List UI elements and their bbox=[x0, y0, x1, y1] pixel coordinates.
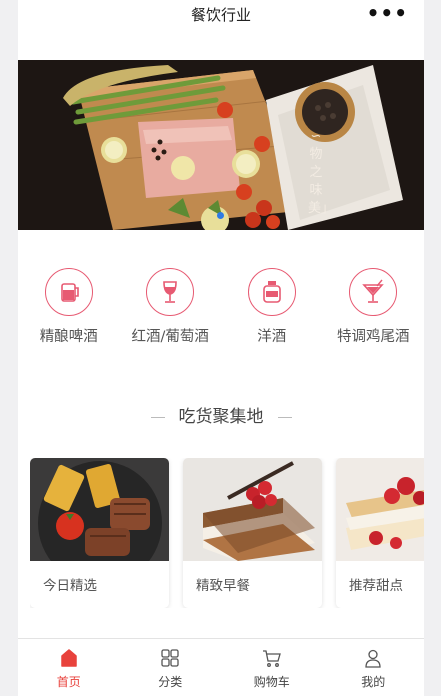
user-icon bbox=[362, 647, 384, 669]
section-title: 吃货聚集地 bbox=[18, 402, 424, 427]
card-title: 推荐甜点 bbox=[349, 578, 403, 594]
divider bbox=[150, 416, 165, 418]
card-title: 今日精选 bbox=[43, 578, 97, 594]
tab-label: 分类 bbox=[158, 675, 183, 689]
food-card[interactable]: 推荐甜点 bbox=[336, 458, 424, 608]
tab-category[interactable]: 分类 bbox=[120, 639, 222, 696]
tab-label: 我的 bbox=[361, 675, 386, 689]
card-image bbox=[183, 458, 322, 561]
cocktail-glass-icon bbox=[349, 268, 398, 316]
category-item-cocktail[interactable]: 特调鸡尾酒 bbox=[323, 268, 425, 358]
tab-label: 购物车 bbox=[253, 675, 290, 689]
navigation-bar: 餐饮行业 ••• bbox=[18, 0, 424, 60]
divider bbox=[277, 416, 292, 418]
banner-carousel[interactable]: ∽物之味美」 bbox=[18, 60, 424, 230]
home-icon bbox=[58, 647, 80, 669]
app-screen: 餐饮行业 ••• ∽物之味美」 精酿啤酒 红酒/葡萄酒 洋酒 特调鸡尾酒 吃货聚… bbox=[18, 0, 424, 696]
bottom-tab-bar: 首页 分类 购物车 我的 bbox=[18, 638, 424, 696]
grid-icon bbox=[159, 647, 181, 669]
liquor-bottle-icon bbox=[247, 268, 296, 316]
category-label: 红酒/葡萄酒 bbox=[131, 329, 209, 345]
card-image bbox=[336, 458, 424, 561]
carousel-indicator-dot[interactable] bbox=[217, 212, 224, 219]
food-card-list[interactable]: 今日精选 精致早餐 推荐甜点 bbox=[30, 458, 424, 608]
tab-cart[interactable]: 购物车 bbox=[221, 639, 323, 696]
card-title: 精致早餐 bbox=[196, 578, 250, 594]
wine-glass-icon bbox=[146, 268, 195, 316]
section-title-text: 吃货聚集地 bbox=[178, 407, 264, 427]
category-item-liquor[interactable]: 洋酒 bbox=[221, 268, 323, 358]
category-row: 精酿啤酒 红酒/葡萄酒 洋酒 特调鸡尾酒 bbox=[18, 268, 424, 358]
banner-caption: ∽物之味美」 bbox=[308, 129, 335, 216]
category-label: 精酿啤酒 bbox=[39, 329, 98, 345]
more-menu-icon[interactable]: ••• bbox=[367, 3, 408, 23]
beer-glass-icon bbox=[44, 268, 93, 316]
food-card[interactable]: 精致早餐 bbox=[183, 458, 322, 608]
card-image bbox=[30, 458, 169, 561]
category-label: 洋酒 bbox=[257, 329, 287, 345]
tab-label: 首页 bbox=[56, 675, 81, 689]
food-card[interactable]: 今日精选 bbox=[30, 458, 169, 608]
tab-profile[interactable]: 我的 bbox=[323, 639, 425, 696]
page-title: 餐饮行业 bbox=[190, 6, 251, 24]
category-label: 特调鸡尾酒 bbox=[337, 329, 410, 345]
tab-home[interactable]: 首页 bbox=[18, 639, 120, 696]
category-item-wine[interactable]: 红酒/葡萄酒 bbox=[120, 268, 222, 358]
banner-image bbox=[18, 60, 424, 230]
category-item-beer[interactable]: 精酿啤酒 bbox=[18, 268, 120, 358]
cart-icon bbox=[261, 647, 283, 669]
